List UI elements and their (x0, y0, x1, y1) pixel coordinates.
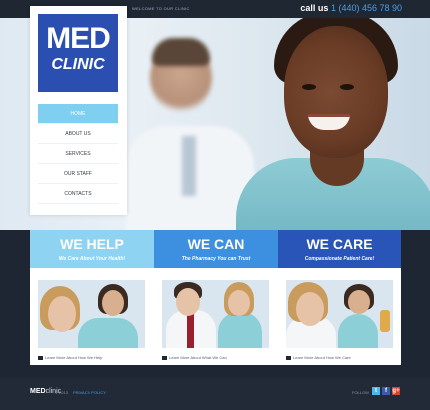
photo-face (296, 292, 324, 326)
hero-photo-eye (340, 84, 354, 90)
feature-learn-more-link[interactable]: Learn More About How We Help (38, 355, 102, 360)
feature-learn-more-link[interactable]: Learn More About What We Can (162, 355, 227, 360)
feature-subtitle: Compassionate Patient Care! (304, 256, 375, 262)
feature-header: WE CAN The Pharmacy You can Trust (154, 230, 278, 268)
feature-subtitle: We Care About Your Health! (58, 256, 126, 262)
phone-number[interactable]: 1 (440) 456 78 90 (331, 3, 402, 13)
feature-title: WE CAN (187, 236, 245, 252)
link-text: Learn More About What We Can (169, 355, 227, 360)
photo-face (102, 290, 124, 316)
feature-photo (38, 280, 145, 348)
nav-item-our-staff[interactable]: OUR STAFF (38, 164, 118, 184)
hero-photo-doctor-hair (152, 38, 210, 66)
photo-face (348, 290, 370, 314)
arrow-icon (162, 355, 167, 360)
photo-tie (187, 314, 194, 348)
feature-we-can: WE CAN The Pharmacy You can Trust Learn … (154, 230, 278, 365)
feature-photo (286, 280, 393, 348)
welcome-text: WELCOME TO OUR CLINIC (132, 6, 190, 11)
feature-header: WE CARE Compassionate Patient Care! (278, 230, 401, 268)
feature-learn-more-link[interactable]: Learn More About How We Care (286, 355, 351, 360)
phone-contact[interactable]: call us 1 (440) 456 78 90 (300, 3, 402, 13)
hero-photo-doctor-tie (182, 136, 196, 196)
footer: MEDclinic © 2013 PRIVACY POLICY FOLLOW t… (0, 378, 430, 410)
nav-item-contacts[interactable]: CONTACTS (38, 184, 118, 204)
hero-photo-nurse-face (284, 26, 388, 158)
photo-face (176, 288, 200, 316)
nav-item-services[interactable]: SERVICES (38, 144, 118, 164)
photo-medicine-bottle (380, 310, 390, 332)
copyright-text: © 2013 (55, 390, 68, 395)
feature-header: WE HELP We Care About Your Health! (30, 230, 154, 268)
follow-label: FOLLOW (352, 390, 369, 395)
photo-face (48, 296, 76, 332)
site-logo[interactable]: MED CLINIC (38, 14, 118, 92)
link-text: Learn More About How We Care (293, 355, 351, 360)
footer-brand-bold: MED (30, 388, 46, 395)
feature-photo (162, 280, 269, 348)
feature-we-care: WE CARE Compassionate Patient Care! Lear… (278, 230, 401, 365)
main-nav: HOME ABOUT US SERVICES OUR STAFF CONTACT… (38, 104, 118, 204)
feature-title: WE CARE (306, 236, 373, 252)
logo-med-text: MED (46, 22, 111, 55)
feature-title: WE HELP (60, 236, 124, 252)
feature-we-help: WE HELP We Care About Your Health! Learn… (30, 230, 154, 365)
privacy-policy-link[interactable]: PRIVACY POLICY (73, 390, 106, 395)
hero-photo-eye (302, 84, 316, 90)
twitter-icon[interactable]: t (372, 387, 380, 395)
photo-scrubs (218, 312, 262, 348)
nav-item-about-us[interactable]: ABOUT US (38, 124, 118, 144)
arrow-icon (38, 355, 43, 360)
call-us-label: call us (300, 3, 329, 13)
facebook-icon[interactable]: f (382, 387, 390, 395)
logo-clinic-text: CLINIC (51, 56, 105, 73)
arrow-icon (286, 355, 291, 360)
nav-item-home[interactable]: HOME (38, 104, 118, 124)
google-plus-icon[interactable]: g+ (392, 387, 400, 395)
photo-scrubs (338, 314, 378, 348)
photo-face (228, 290, 250, 316)
link-text: Learn More About How We Help (45, 355, 103, 360)
photo-scrubs (78, 318, 138, 348)
feature-subtitle: The Pharmacy You can Trust (181, 256, 251, 262)
features-section: WE HELP We Care About Your Health! Learn… (30, 230, 401, 365)
